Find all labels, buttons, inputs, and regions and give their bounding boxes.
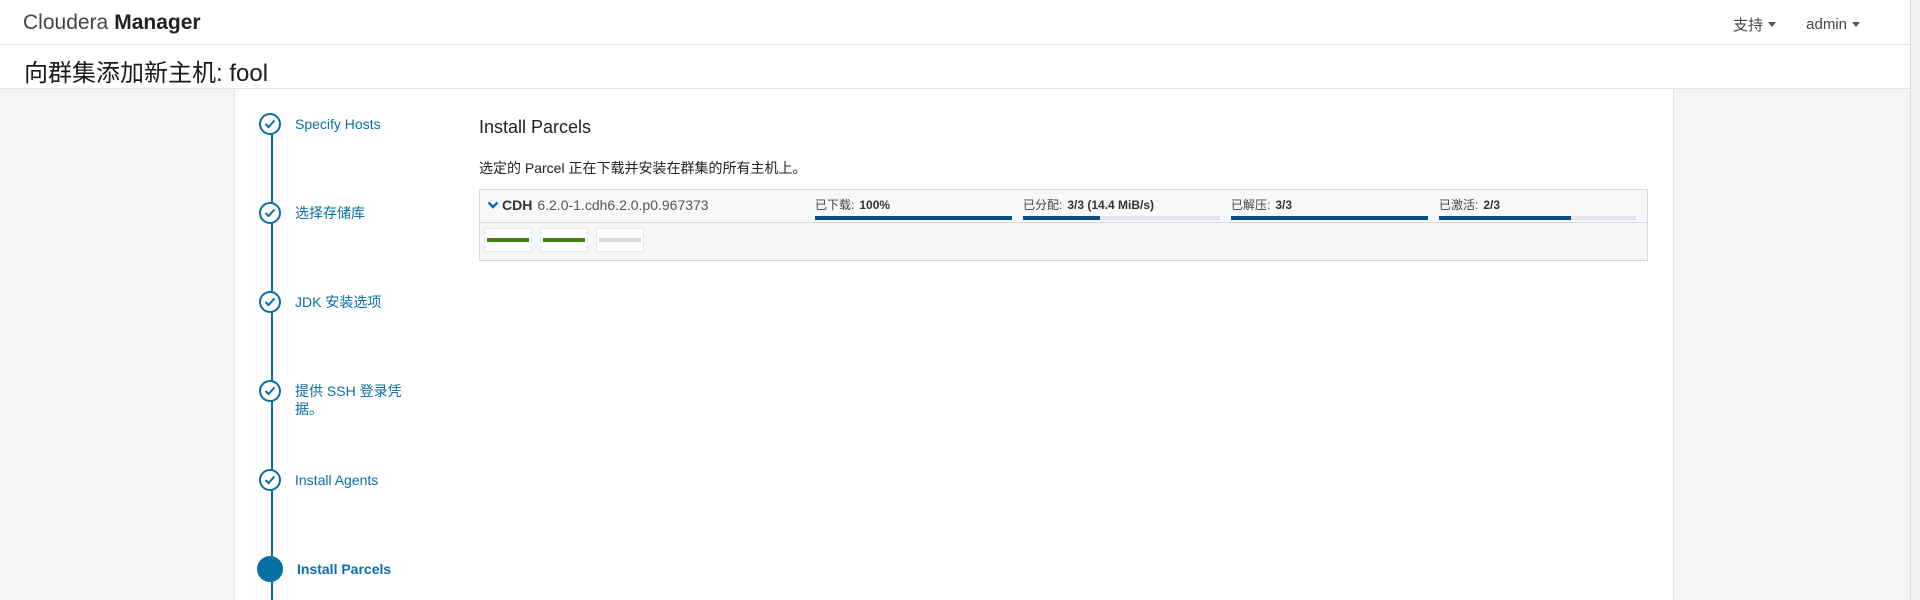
- stat-value: 2/3: [1483, 198, 1501, 212]
- wizard-step-line: [271, 125, 273, 600]
- stat-value: 3/3 (14.4 MiB/s): [1067, 198, 1155, 212]
- stat-label: 已分配:: [1023, 198, 1063, 212]
- chevron-down-icon: [487, 200, 499, 210]
- check-icon: [259, 113, 281, 135]
- brand-name-bold: Manager: [114, 11, 201, 34]
- navbar-menu: 支持 admin: [1733, 14, 1860, 35]
- host-status-chip[interactable]: [484, 228, 532, 252]
- section-title: Install Parcels: [479, 117, 592, 137]
- host-status-line: [543, 238, 585, 242]
- wizard-step-label: Install Parcels: [297, 561, 392, 577]
- wizard-step-install-agents[interactable]: Install Agents: [259, 469, 415, 491]
- host-status-chip[interactable]: [540, 228, 588, 252]
- main-content: Install Parcels 选定的 Parcel 正在下载并安装在群集的所有…: [455, 89, 1674, 600]
- progress-bar: [1023, 216, 1220, 220]
- stat-value: 100%: [859, 198, 891, 212]
- page-header: 向群集添加新主机: fool: [0, 45, 1910, 89]
- progress-fill: [1439, 216, 1571, 220]
- host-status-chip[interactable]: [596, 228, 644, 252]
- parcel-version: 6.2.0-1.cdh6.2.0.p0.967373: [537, 197, 709, 213]
- check-icon: [259, 202, 281, 224]
- stat-downloaded: 已下载: 100%: [815, 196, 1012, 220]
- wizard-step-specify-hosts[interactable]: Specify Hosts: [259, 113, 415, 135]
- page-scrollbar[interactable]: [1910, 0, 1920, 600]
- wizard-step-jdk-options[interactable]: JDK 安装选项: [259, 291, 415, 313]
- parcel-row: CDH 6.2.0-1.cdh6.2.0.p0.967373 已下载: 100% …: [480, 190, 1647, 223]
- active-step-icon: [257, 556, 283, 582]
- progress-bar: [815, 216, 1012, 220]
- support-dropdown[interactable]: 支持: [1733, 14, 1777, 35]
- stat-label: 已激活:: [1439, 198, 1479, 212]
- wizard-step-label: 提供 SSH 登录凭据。: [295, 383, 402, 417]
- wizard-step-label: JDK 安装选项: [295, 294, 382, 310]
- user-label: admin: [1806, 16, 1847, 33]
- section-description: 选定的 Parcel 正在下载并安装在群集的所有主机上。: [479, 160, 807, 176]
- wizard-steps: Specify Hosts 选择存储库 JDK 安装选项 提供 SSH 登录凭据…: [234, 89, 456, 600]
- page-title: 向群集添加新主机: fool: [24, 60, 269, 87]
- parcel-product: CDH: [502, 197, 533, 213]
- stat-label: 已下载:: [815, 198, 855, 212]
- parcel-panel: CDH 6.2.0-1.cdh6.2.0.p0.967373 已下载: 100% …: [479, 189, 1648, 261]
- top-navbar: Cloudera Manager 支持 admin: [0, 0, 1910, 45]
- brand-name-light: Cloudera: [23, 11, 109, 34]
- caret-down-icon: [1768, 22, 1777, 27]
- wizard-step-select-repository[interactable]: 选择存储库: [259, 202, 415, 224]
- stat-unpacked: 已解压: 3/3: [1231, 196, 1428, 220]
- wizard-step-install-parcels[interactable]: Install Parcels: [257, 556, 417, 582]
- wizard-step-label: 选择存储库: [295, 205, 365, 221]
- progress-bar: [1231, 216, 1428, 220]
- progress-fill: [1023, 216, 1100, 220]
- brand-logo[interactable]: Cloudera Manager: [23, 11, 201, 35]
- wizard-step-label: Specify Hosts: [295, 116, 381, 132]
- user-dropdown[interactable]: admin: [1806, 14, 1860, 35]
- progress-fill: [1231, 216, 1428, 220]
- stat-label: 已解压:: [1231, 198, 1271, 212]
- check-icon: [259, 380, 281, 402]
- stat-activated: 已激活: 2/3: [1439, 196, 1636, 220]
- wizard-step-ssh-credentials[interactable]: 提供 SSH 登录凭据。: [259, 380, 415, 418]
- host-status-line: [487, 238, 529, 242]
- parcel-toggle[interactable]: CDH 6.2.0-1.cdh6.2.0.p0.967373: [487, 197, 709, 213]
- stat-distributed: 已分配: 3/3 (14.4 MiB/s): [1023, 196, 1220, 220]
- check-icon: [259, 291, 281, 313]
- progress-bar: [1439, 216, 1636, 220]
- check-icon: [259, 469, 281, 491]
- progress-fill: [815, 216, 1012, 220]
- wizard-step-label: Install Agents: [295, 472, 379, 488]
- stat-value: 3/3: [1275, 198, 1293, 212]
- host-status-line: [599, 238, 641, 242]
- support-label: 支持: [1733, 17, 1764, 34]
- caret-down-icon: [1852, 22, 1860, 27]
- host-status-list: [484, 228, 644, 252]
